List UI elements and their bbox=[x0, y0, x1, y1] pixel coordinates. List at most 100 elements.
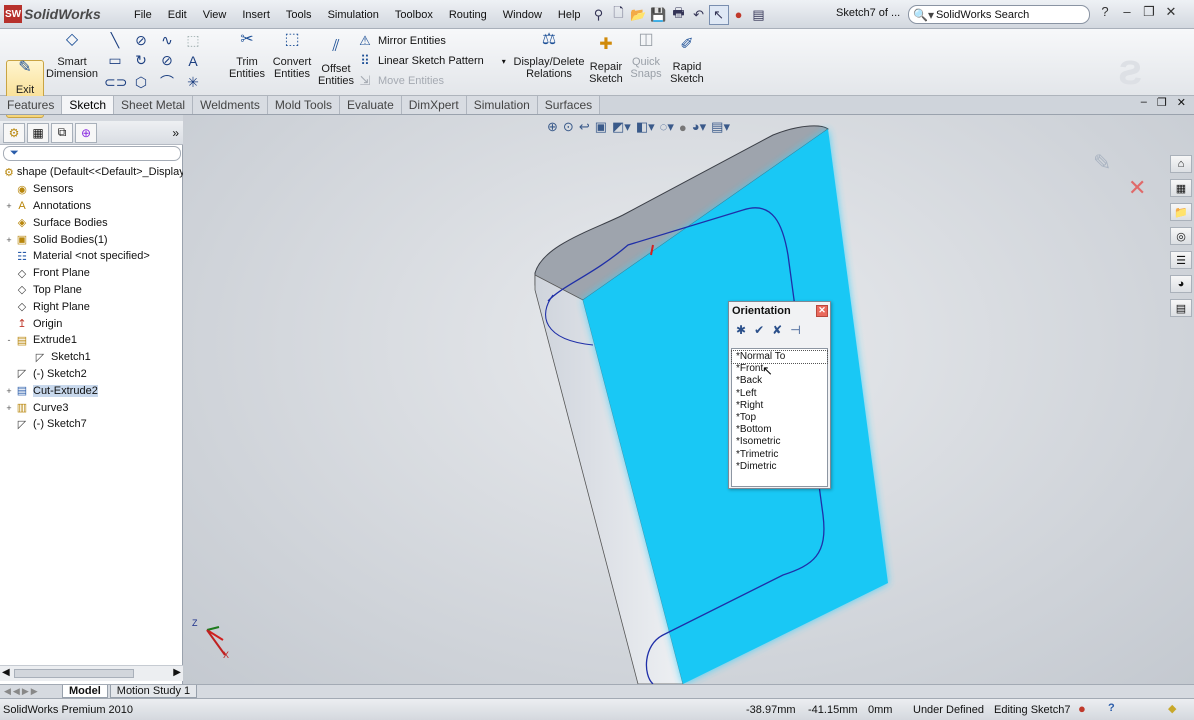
menu-window[interactable]: Window bbox=[495, 9, 550, 21]
configuration-manager-tab-icon[interactable]: ⧉ bbox=[51, 122, 73, 143]
offset-entities-button[interactable]: ⫽ Offset Entities bbox=[318, 39, 354, 88]
tree-item[interactable]: ◸ Sketch1 bbox=[0, 349, 183, 366]
view-list-item[interactable]: *Bottom bbox=[732, 424, 827, 436]
search-input[interactable]: 🔍▾ SolidWorks Search bbox=[908, 5, 1090, 24]
arc-tool-icon[interactable]: ↻ bbox=[130, 52, 152, 69]
select-pointer-icon[interactable]: ↖ bbox=[708, 4, 729, 25]
tab-evaluate[interactable]: Evaluate bbox=[340, 96, 402, 114]
menu-file[interactable]: File bbox=[126, 9, 160, 21]
view-list-item[interactable]: *Normal To bbox=[731, 349, 828, 365]
app-logo[interactable]: SW SolidWorks bbox=[4, 4, 101, 24]
menu-view[interactable]: View bbox=[195, 9, 235, 21]
save-icon[interactable]: 💾 bbox=[649, 5, 669, 25]
move-entities-button[interactable]: ⇲ Move Entities bbox=[358, 71, 508, 91]
tree-item[interactable]: ⚙ shape (Default<<Default>_Display bbox=[0, 164, 185, 181]
fillet-tool-icon[interactable]: ⌒ bbox=[156, 72, 178, 92]
tab-motion-study[interactable]: Motion Study 1 bbox=[109, 685, 198, 698]
rectangle-tool-icon[interactable]: ▭ bbox=[104, 52, 126, 69]
menu-routing[interactable]: Routing bbox=[441, 9, 495, 21]
reset-standard-views-icon[interactable]: ✘ bbox=[772, 323, 782, 337]
view-list-item[interactable]: *Back bbox=[732, 375, 827, 387]
open-folder-icon[interactable]: 📂 bbox=[629, 5, 649, 25]
tab-sheet-metal[interactable]: Sheet Metal bbox=[114, 96, 194, 114]
update-standard-views-icon[interactable]: ✔ bbox=[754, 323, 764, 337]
expand-toggle-icon[interactable]: - bbox=[4, 335, 14, 345]
text-tool-icon[interactable]: A bbox=[182, 53, 204, 69]
model-view[interactable]: Z X ✎ ✕ bbox=[183, 115, 1194, 684]
search-results-icon[interactable]: ◎ bbox=[1170, 227, 1192, 245]
linear-sketch-pattern-button[interactable]: ⠿ Linear Sketch Pattern ▾ bbox=[358, 51, 508, 71]
menu-toolbox[interactable]: Toolbox bbox=[387, 9, 441, 21]
point-tool-icon[interactable]: ✳ bbox=[182, 74, 204, 91]
smart-dimension-button[interactable]: ◇ Smart Dimension bbox=[46, 32, 98, 81]
undo-icon[interactable]: ↶ bbox=[689, 5, 709, 25]
expand-toggle-icon[interactable]: + bbox=[4, 386, 14, 396]
pushpin-icon[interactable]: ⊣ bbox=[790, 323, 800, 337]
tree-item[interactable]: ◇ Top Plane bbox=[0, 282, 183, 299]
expand-panel-icon[interactable]: » bbox=[172, 126, 179, 140]
ellipse-tool-icon[interactable]: ⊘ bbox=[156, 52, 178, 69]
tree-item[interactable]: ◇ Right Plane bbox=[0, 298, 183, 315]
close-icon[interactable]: ✕ bbox=[816, 304, 828, 317]
tree-item[interactable]: ◉ Sensors bbox=[0, 181, 183, 198]
print-icon[interactable]: 🖶 bbox=[669, 5, 689, 25]
horizontal-scrollbar[interactable]: ◀ ▶ bbox=[0, 665, 183, 681]
scroll-left-icon[interactable]: ◀ bbox=[2, 667, 10, 678]
construction-geometry-icon[interactable]: ⬚ bbox=[182, 32, 204, 49]
view-list-item[interactable]: *Left bbox=[732, 388, 827, 400]
view-list-item[interactable]: *Front bbox=[732, 363, 827, 375]
slot-tool-icon[interactable]: ⊂⊃ bbox=[104, 74, 127, 91]
display-delete-relations-button[interactable]: ⚖ Display/Delete Relations bbox=[514, 32, 585, 81]
tab-mold-tools[interactable]: Mold Tools bbox=[267, 96, 341, 114]
menu-tools[interactable]: Tools bbox=[278, 9, 320, 21]
quick-snaps-button[interactable]: ◫ Quick Snaps bbox=[628, 32, 664, 81]
view-list-item[interactable]: *Top bbox=[732, 412, 827, 424]
tree-filter-input[interactable]: ⏷ bbox=[3, 146, 181, 161]
tab-features[interactable]: Features bbox=[0, 96, 63, 114]
dimxpert-manager-tab-icon[interactable]: ⊕ bbox=[75, 122, 97, 143]
tab-weldments[interactable]: Weldments bbox=[193, 96, 268, 114]
doc-minimize-button[interactable]: – bbox=[1141, 96, 1147, 114]
menu-help[interactable]: Help bbox=[550, 9, 589, 21]
property-manager-tab-icon[interactable]: ▦ bbox=[27, 122, 49, 143]
design-library-icon[interactable]: ▦ bbox=[1170, 179, 1192, 197]
convert-entities-button[interactable]: ⬚ Convert Entities bbox=[270, 32, 314, 81]
tag-icon[interactable]: ◆ bbox=[1168, 702, 1176, 715]
menu-edit[interactable]: Edit bbox=[160, 9, 195, 21]
tree-item[interactable]: + ▥ Curve3 bbox=[0, 399, 183, 416]
tree-item[interactable]: ☷ Material <not specified> bbox=[0, 248, 183, 265]
menu-insert[interactable]: Insert bbox=[234, 9, 278, 21]
expand-toggle-icon[interactable]: + bbox=[4, 235, 14, 245]
orientation-dialog-title-bar[interactable]: Orientation ✕ bbox=[729, 302, 830, 319]
tab-scroll-arrows-icon[interactable]: ◀◀▶▶ bbox=[0, 686, 60, 697]
options-icon[interactable]: ▤ bbox=[749, 5, 769, 25]
view-list-item[interactable]: *Trimetric bbox=[732, 449, 827, 461]
confirmation-corner[interactable]: ✎ ✕ bbox=[1093, 151, 1146, 201]
mirror-entities-button[interactable]: ⚠ Mirror Entities bbox=[358, 31, 508, 51]
tree-item[interactable]: + ▤ Cut-Extrude2 bbox=[0, 382, 183, 399]
help-icon[interactable]: ? bbox=[1108, 702, 1115, 714]
feature-tree-tab-icon[interactable]: ⚙ bbox=[3, 122, 25, 143]
tab-sketch[interactable]: Sketch bbox=[62, 96, 115, 114]
rebuild-icon[interactable]: ● bbox=[729, 5, 749, 25]
scroll-right-icon[interactable]: ▶ bbox=[173, 667, 181, 678]
view-list-item[interactable]: *Isometric bbox=[732, 436, 827, 448]
view-palette-icon[interactable]: ☰ bbox=[1170, 251, 1192, 269]
minimize-button[interactable]: – bbox=[1118, 4, 1136, 20]
doc-close-button[interactable]: ✕ bbox=[1177, 96, 1186, 114]
tree-item[interactable]: + ▣ Solid Bodies(1) bbox=[0, 231, 183, 248]
pin-icon[interactable]: ⚲ bbox=[589, 5, 609, 25]
tree-item[interactable]: - ▤ Extrude1 bbox=[0, 332, 183, 349]
tree-item[interactable]: ◸ (-) Sketch2 bbox=[0, 366, 183, 383]
scrollbar-thumb[interactable] bbox=[14, 669, 134, 678]
circle-tool-icon[interactable]: ⊘ bbox=[130, 32, 152, 49]
tab-dimxpert[interactable]: DimXpert bbox=[401, 96, 467, 114]
view-list-item[interactable]: *Dimetric bbox=[732, 461, 827, 473]
tree-item[interactable]: ◇ Front Plane bbox=[0, 265, 183, 282]
view-list-item[interactable]: *Right bbox=[732, 400, 827, 412]
doc-restore-button[interactable]: ❐ bbox=[1157, 96, 1167, 114]
menu-simulation[interactable]: Simulation bbox=[320, 9, 387, 21]
solidworks-resources-icon[interactable]: ⌂ bbox=[1170, 155, 1192, 173]
rebuild-status-icon[interactable]: ● bbox=[1078, 701, 1086, 716]
tab-simulation[interactable]: Simulation bbox=[466, 96, 538, 114]
